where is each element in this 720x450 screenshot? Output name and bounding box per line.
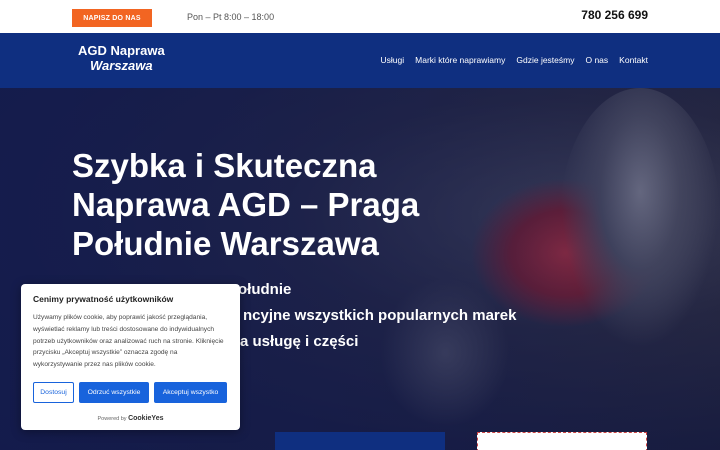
main-nav: Usługi Marki które naprawiamy Gdzie jest… <box>381 55 648 65</box>
site-logo[interactable]: AGD Naprawa Warszawa <box>78 43 165 73</box>
cookie-powered-by: Powered by CookieYes <box>21 415 240 422</box>
nav-item-uslugi[interactable]: Usługi <box>381 55 405 65</box>
hero-primary-button[interactable] <box>275 432 445 450</box>
cookie-consent-banner: Cenimy prywatność użytkowników Używamy p… <box>21 284 240 430</box>
opening-hours: Pon – Pt 8:00 – 18:00 <box>187 12 275 22</box>
hero-secondary-button[interactable] <box>477 432 647 450</box>
main-navbar: AGD Naprawa Warszawa Usługi Marki które … <box>0 33 720 88</box>
cookie-accept-button[interactable]: Akceptuj wszystko <box>154 382 227 403</box>
phone-number[interactable]: 780 256 699 <box>581 8 648 22</box>
top-bar: NAPISZ DO NAS Pon – Pt 8:00 – 18:00 780 … <box>0 0 720 33</box>
cookie-reject-button[interactable]: Odrzuć wszystkie <box>79 382 149 403</box>
logo-line1: AGD Naprawa <box>78 43 165 58</box>
nav-item-locations[interactable]: Gdzie jesteśmy <box>516 55 574 65</box>
nav-item-brands[interactable]: Marki które naprawiamy <box>415 55 505 65</box>
nav-item-about[interactable]: O nas <box>585 55 608 65</box>
cookie-description: Używamy plików cookie, aby poprawić jako… <box>33 314 224 369</box>
powered-by-label: Powered by <box>97 416 127 422</box>
write-to-us-button[interactable]: NAPISZ DO NAS <box>72 9 152 27</box>
cookie-customize-button[interactable]: Dostosuj <box>33 382 74 403</box>
cookie-title: Cenimy prywatność użytkowników <box>33 294 174 304</box>
logo-line2: Warszawa <box>90 58 153 73</box>
hero-title: Szybka i Skuteczna Naprawa AGD – Praga P… <box>72 147 420 262</box>
cookieyes-logo[interactable]: CookieYes <box>128 415 163 422</box>
nav-item-contact[interactable]: Kontakt <box>619 55 648 65</box>
cookie-buttons: Dostosuj Odrzuć wszystkie Akceptuj wszys… <box>33 382 227 403</box>
